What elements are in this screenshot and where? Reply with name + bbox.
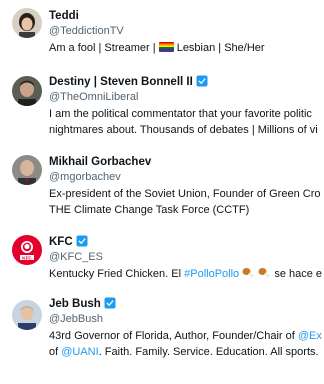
account-bio: Kentucky Fried Chicken. El #PolloPollo s… [49, 268, 323, 280]
account-name[interactable]: Mikhail Gorbachev [49, 154, 151, 170]
account-name[interactable]: Jeb Bush [49, 296, 116, 312]
avatar-teddi[interactable] [12, 8, 42, 38]
account-row-jeb-bush[interactable]: Jeb Bush @JebBush 43rd Governor of Flori… [0, 290, 324, 384]
account-name[interactable]: KFC [49, 234, 88, 250]
drumstick-icon [258, 268, 270, 278]
account-row-kfc[interactable]: KFC KFC @KFC_ES Kentucky Fried Chicken. … [0, 228, 324, 288]
avatar-destiny[interactable] [12, 76, 42, 106]
avatar-kfc[interactable]: KFC [12, 235, 42, 265]
who-to-follow-list: Teddi @TeddictionTV Am a fool | Streamer… [0, 0, 324, 384]
account-row-teddi[interactable]: Teddi @TeddictionTV Am a fool | Streamer… [0, 0, 324, 66]
account-handle[interactable]: @mgorbachev [49, 170, 121, 185]
verified-badge-icon [104, 297, 116, 309]
avatar-jeb-bush[interactable] [12, 300, 42, 330]
hashtag-link[interactable]: #PolloPollo [184, 268, 239, 280]
account-handle[interactable]: @KFC_ES [49, 250, 103, 265]
account-bio: I am the political commentator that your… [49, 108, 318, 136]
account-name[interactable]: Destiny | Steven Bonnell II [49, 74, 208, 90]
account-bio: 43rd Governor of Florida, Author, Founde… [49, 330, 322, 358]
mention-link[interactable]: @Ex [298, 330, 322, 342]
account-handle[interactable]: @TheOmniLiberal [49, 90, 138, 105]
account-bio: Ex-president of the Soviet Union, Founde… [49, 188, 321, 216]
mention-link-uani[interactable]: @UANI [61, 346, 98, 358]
account-row-gorbachev[interactable]: Mikhail Gorbachev @mgorbachev Ex-preside… [0, 148, 324, 226]
account-bio: Am a fool | Streamer | Lesbian | She/Her [49, 42, 265, 54]
verified-badge-icon [76, 235, 88, 247]
account-handle[interactable]: @JebBush [49, 312, 103, 327]
verified-badge-icon [196, 75, 208, 87]
drumstick-icon [242, 268, 254, 278]
rainbow-flag-icon [158, 42, 174, 52]
svg-text:KFC: KFC [22, 255, 32, 260]
account-name[interactable]: Teddi [49, 8, 79, 24]
account-handle[interactable]: @TeddictionTV [49, 24, 124, 39]
avatar-gorbachev[interactable] [12, 155, 42, 185]
account-row-destiny[interactable]: Destiny | Steven Bonnell II @TheOmniLibe… [0, 68, 324, 146]
